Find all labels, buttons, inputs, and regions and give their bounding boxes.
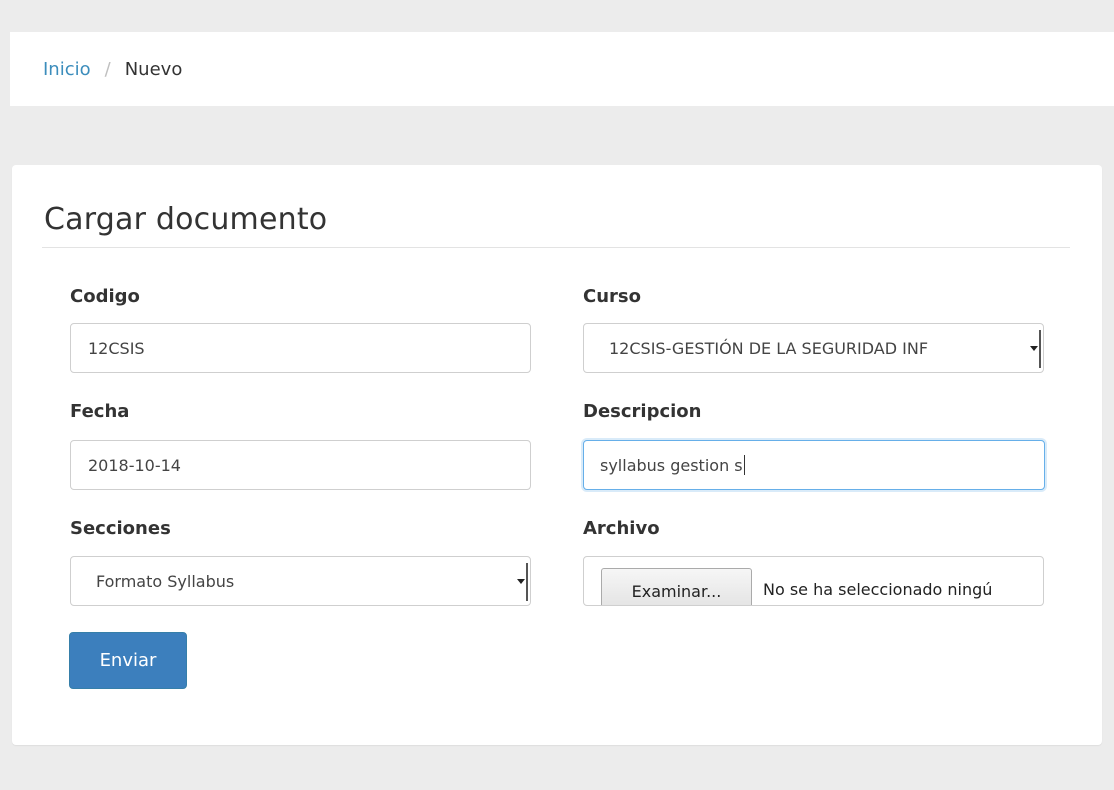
- curso-selected-value: 12CSIS-GESTIÓN DE LA SEGURIDAD INF: [609, 338, 929, 358]
- text-cursor: [743, 455, 745, 475]
- secciones-label: Secciones: [70, 518, 171, 539]
- descripcion-label: Descripcion: [583, 401, 702, 422]
- codigo-label: Codigo: [70, 286, 140, 307]
- archivo-label: Archivo: [583, 518, 660, 539]
- fecha-value: 2018-10-14: [88, 455, 181, 475]
- curso-select[interactable]: 12CSIS-GESTIÓN DE LA SEGURIDAD INF: [583, 323, 1044, 373]
- enviar-button[interactable]: Enviar: [69, 632, 187, 689]
- chevron-down-icon: [517, 563, 528, 601]
- upload-panel: Cargar documento Codigo 12CSIS Curso 12C…: [12, 165, 1102, 745]
- panel-title: Cargar documento: [44, 202, 328, 237]
- breadcrumb-home-link[interactable]: Inicio: [43, 59, 91, 80]
- codigo-value: 12CSIS: [88, 338, 145, 358]
- breadcrumb-current: Nuevo: [124, 58, 183, 80]
- descripcion-value: syllabus gestion s: [600, 455, 743, 475]
- panel-divider: [42, 247, 1070, 248]
- file-status-text: No se ha seleccionado ningú: [763, 580, 993, 599]
- archivo-file-input[interactable]: Examinar... No se ha seleccionado ningú: [583, 556, 1044, 606]
- examinar-button[interactable]: Examinar...: [601, 568, 752, 605]
- curso-label: Curso: [583, 286, 641, 307]
- fecha-input[interactable]: 2018-10-14: [70, 440, 531, 490]
- secciones-selected-value: Formato Syllabus: [96, 571, 235, 591]
- chevron-down-icon: [1030, 330, 1041, 368]
- descripcion-input[interactable]: syllabus gestion s: [583, 440, 1045, 490]
- fecha-label: Fecha: [70, 401, 130, 422]
- breadcrumb-separator: /: [104, 58, 111, 80]
- codigo-input[interactable]: 12CSIS: [70, 323, 531, 373]
- breadcrumb: Inicio / Nuevo: [10, 32, 1114, 106]
- secciones-select[interactable]: Formato Syllabus: [70, 556, 531, 606]
- page: Inicio / Nuevo Cargar documento Codigo 1…: [0, 0, 1114, 790]
